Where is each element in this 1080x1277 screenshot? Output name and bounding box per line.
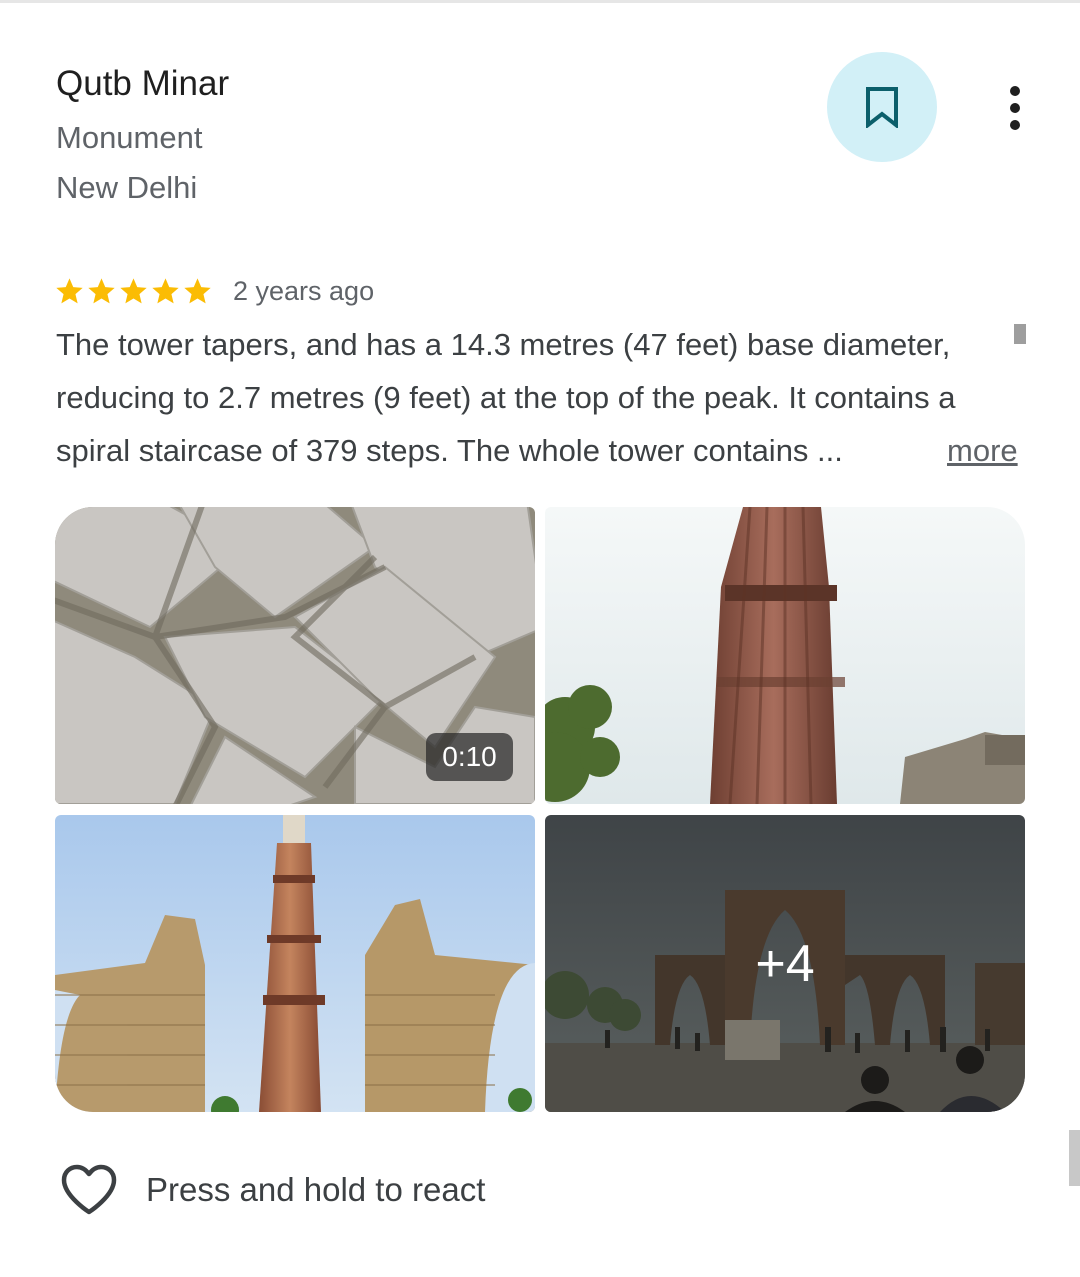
bookmark-icon — [866, 87, 898, 128]
react-label: Press and hold to react — [146, 1171, 486, 1208]
place-type: Monument — [56, 120, 203, 155]
place-city: New Delhi — [56, 170, 198, 205]
more-link[interactable]: more — [947, 424, 1018, 477]
review-photo[interactable] — [55, 815, 535, 1112]
star-icon — [184, 277, 211, 303]
heart-outline-icon — [61, 1164, 117, 1215]
top-divider — [0, 0, 1080, 3]
more-options-button[interactable] — [990, 80, 1040, 136]
review-photo[interactable] — [545, 507, 1025, 804]
text-cursor — [1014, 324, 1026, 344]
more-vert-icon — [1010, 86, 1020, 96]
react-button[interactable]: Press and hold to react — [60, 1162, 485, 1218]
star-rating — [54, 276, 213, 307]
more-photos-count[interactable]: +4 — [545, 815, 1025, 1112]
review-time: 2 years ago — [233, 275, 375, 306]
star-icon — [152, 277, 179, 303]
star-icon — [88, 277, 115, 303]
scrollbar-thumb[interactable] — [1069, 1130, 1080, 1186]
rating-row: 2 years ago — [54, 272, 374, 310]
place-name[interactable]: Qutb Minar — [56, 64, 229, 104]
video-duration-badge: 0:10 — [426, 733, 513, 781]
star-icon — [56, 277, 83, 303]
star-icon — [120, 277, 147, 303]
save-button[interactable] — [827, 52, 937, 162]
review-text[interactable]: The tower tapers, and has a 14.3 metres … — [56, 318, 1031, 477]
